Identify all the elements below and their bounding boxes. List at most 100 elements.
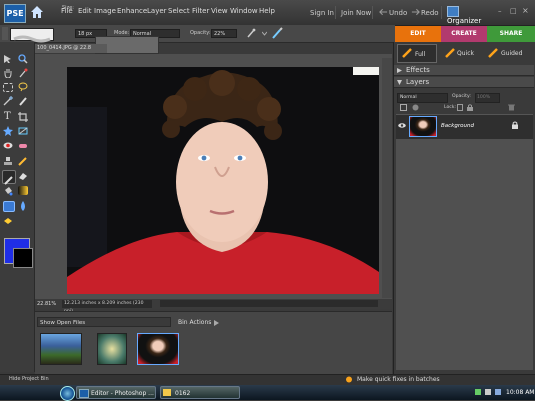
clone-stamp-tool-icon[interactable] [3,156,13,166]
taskbar-clock[interactable]: 10:08 AM [506,389,534,396]
redo-icon[interactable] [411,8,420,16]
airbrush-icon[interactable] [246,28,256,39]
lasso-tool-icon[interactable] [18,82,28,92]
join-now-link[interactable]: Join Now [341,9,371,17]
quick-fix-hint[interactable]: Make quick fixes in batches [357,376,440,383]
brush-tool-selected[interactable] [2,170,16,185]
eraser-tool-icon[interactable] [18,171,28,181]
tab-create[interactable]: CREATE [441,26,487,42]
lock-transparency-icon[interactable] [457,104,463,111]
eye-visibility-icon[interactable] [398,123,406,128]
zoom-tool-icon[interactable] [18,54,28,64]
hide-project-bin-button[interactable]: Hide Project Bin [9,376,49,382]
chevron-right-icon[interactable] [214,320,219,326]
tray-icon[interactable] [495,389,501,395]
document-info[interactable]: 12.213 inches x 8.209 inches (230 ppi) [62,300,152,314]
eyedropper-tool-icon[interactable] [18,68,28,78]
type-tool-icon[interactable]: T [4,111,11,122]
close-button[interactable]: × [522,6,529,15]
document-tab[interactable]: 100_0414.JPG @ 22.8 [35,44,107,53]
network-icon[interactable] [475,389,481,395]
menu-layer[interactable]: Layer [147,7,167,15]
spot-healing-tool-icon[interactable] [18,141,28,151]
minimize-button[interactable]: – [498,7,502,15]
bin-thumbnail-active[interactable] [137,333,179,365]
layer-opacity-label: Opacity: [452,94,471,99]
gradient-tool-icon[interactable] [18,186,28,195]
taskbar-folder-button[interactable]: 0162 [160,386,240,399]
volume-icon[interactable] [485,389,491,395]
photoshop-taskbar-icon [79,389,89,398]
shape-tool-icon[interactable] [3,201,15,212]
organizer-label: Organizer [447,17,482,25]
crop-tool-icon[interactable] [18,112,28,122]
size-label: Size: [62,5,74,11]
chevron-down-icon[interactable] [262,28,267,39]
menu-enhance[interactable]: Enhance [117,7,147,15]
chevron-down-icon[interactable] [397,80,402,85]
layers-panel-header[interactable]: Layers [394,77,534,88]
folder-icon [163,389,171,396]
full-edit-icon [402,48,412,58]
organizer-button[interactable]: Organizer [447,6,492,25]
blend-mode-select[interactable]: Normal [397,93,448,103]
lightbulb-icon [346,376,352,383]
move-tool-icon[interactable] [3,54,13,64]
sign-in-link[interactable]: Sign In [310,9,334,17]
straighten-tool-icon[interactable] [18,126,28,136]
bin-thumbnail[interactable] [97,333,127,365]
show-files-select[interactable]: Show Open Files [37,317,171,327]
hand-tool-icon[interactable] [3,68,13,78]
maximize-button[interactable]: □ [510,7,517,15]
app-logo: PSE [4,4,26,23]
start-button[interactable] [60,386,75,401]
layer-thumbnail[interactable] [409,116,437,137]
vertical-scrollbar[interactable] [382,58,392,298]
menu-help[interactable]: Help [259,7,275,15]
magic-wand-tool-icon[interactable] [3,96,13,106]
sponge-tool-icon[interactable] [3,216,13,226]
undo-icon[interactable] [379,8,388,16]
brush-preset-picker[interactable] [10,28,54,43]
layers-list-empty-area [396,139,533,370]
layer-opacity-field[interactable]: 100% [475,93,500,103]
selection-brush-tool-icon[interactable] [18,96,28,106]
chevron-right-icon[interactable] [397,68,402,73]
options-grip [2,27,8,40]
adjustment-layer-icon[interactable] [412,104,419,111]
trash-icon[interactable] [508,104,515,111]
new-layer-icon[interactable] [400,104,407,111]
header-divider [372,6,373,19]
effects-panel-header[interactable]: Effects [394,65,534,76]
background-color-swatch[interactable] [13,248,33,268]
lock-label: Lock: [444,105,457,110]
home-icon[interactable] [30,5,44,19]
brush-settings-icon[interactable] [271,27,283,40]
layer-name[interactable]: Background [441,123,474,129]
undo-button[interactable]: Undo [389,9,407,17]
layer-lock-icon [512,121,518,129]
redo-button[interactable]: Redo [421,9,439,17]
marquee-tool-icon[interactable] [3,83,13,92]
blur-tool-icon[interactable] [18,201,28,211]
pencil-tool-icon[interactable] [18,156,28,166]
effects-panel-title: Effects [406,66,430,74]
quick-fix-icon [445,48,455,58]
tab-edit[interactable]: EDIT [395,26,441,42]
bin-thumbnail[interactable] [40,333,82,365]
opacity-field[interactable]: 22% [211,29,237,38]
tab-share[interactable]: SHARE [487,26,535,42]
photo-canvas[interactable] [67,67,379,294]
menu-filter[interactable]: Filter [192,7,209,15]
menu-view[interactable]: View [211,7,228,15]
paint-bucket-tool-icon[interactable] [3,186,13,196]
lock-all-icon[interactable] [467,104,473,111]
menu-edit[interactable]: Edit [78,7,92,15]
bin-actions-menu[interactable]: Bin Actions [178,319,211,326]
menu-image[interactable]: Image [94,7,116,15]
cookie-cutter-tool-icon[interactable] [3,126,13,136]
red-eye-tool-icon[interactable] [3,141,13,150]
menu-select[interactable]: Select [168,7,190,15]
horizontal-scrollbar[interactable] [160,300,378,307]
menu-window[interactable]: Window [230,7,258,15]
